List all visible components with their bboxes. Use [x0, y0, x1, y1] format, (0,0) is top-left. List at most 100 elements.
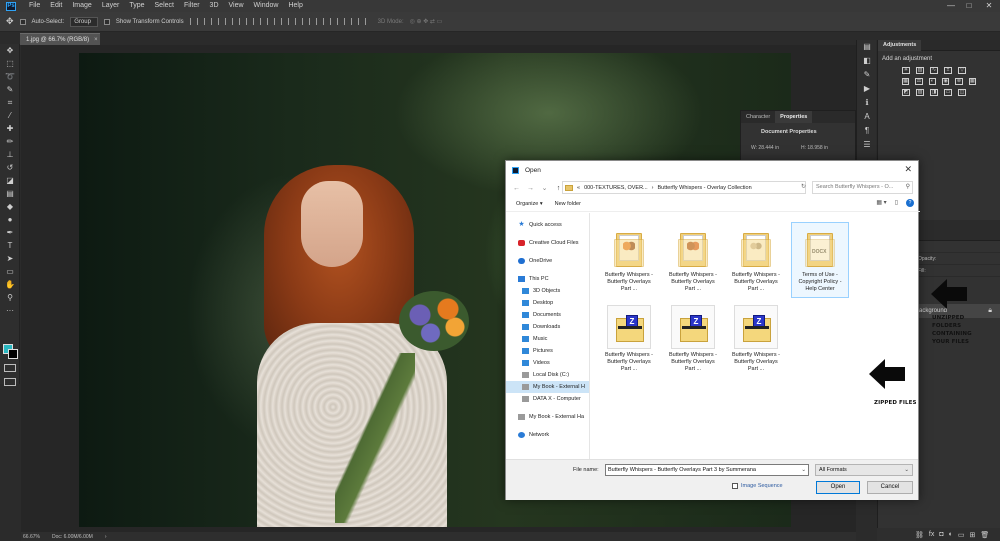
distribute-left-icon[interactable]: [315, 18, 324, 25]
path-select-tool-icon[interactable]: ➤: [0, 252, 20, 265]
distribute-center-icon[interactable]: [329, 18, 338, 25]
nav-music[interactable]: Music: [506, 333, 589, 345]
breadcrumb-segment-1[interactable]: 000-TEXTURES, OVER...: [584, 185, 648, 191]
new-folder-button[interactable]: New folder: [555, 201, 581, 207]
menu-image[interactable]: Image: [67, 0, 96, 12]
show-transform-checkbox[interactable]: [103, 18, 110, 25]
preview-pane-icon[interactable]: ▯: [895, 199, 898, 207]
zoom-level[interactable]: 66.67%: [23, 534, 40, 540]
info-panel-icon[interactable]: ℹ: [857, 96, 877, 110]
layer-style-icon[interactable]: fx: [929, 531, 934, 538]
menu-help[interactable]: Help: [283, 0, 307, 12]
zoom-tool-icon[interactable]: ⚲: [0, 291, 20, 304]
curves-icon[interactable]: ∿: [930, 67, 938, 74]
black-white-icon[interactable]: ◐: [928, 78, 936, 85]
zip-item[interactable]: Z Butterfly Whispers - Butterfly Overlay…: [667, 305, 719, 373]
history-brush-tool-icon[interactable]: ↺: [0, 161, 20, 174]
menu-type[interactable]: Type: [124, 0, 149, 12]
nav-pictures[interactable]: Pictures: [506, 345, 589, 357]
lasso-tool-icon[interactable]: ➰: [0, 70, 20, 83]
nav-this-pc[interactable]: This PC: [506, 273, 589, 285]
nav-my-book-2[interactable]: My Book - External Ha: [506, 411, 589, 423]
actions-panel-icon[interactable]: ▶: [857, 82, 877, 96]
posterize-icon[interactable]: ▨: [916, 89, 924, 96]
adjustments-tab[interactable]: Adjustments: [878, 40, 922, 51]
align-top-icon[interactable]: [189, 18, 198, 25]
height-value[interactable]: H: 18.958 in: [801, 145, 828, 151]
move-tool-icon[interactable]: ✥: [0, 44, 20, 57]
forward-arrow-icon[interactable]: →: [526, 185, 535, 192]
distribute-right-icon[interactable]: [343, 18, 352, 25]
organize-button[interactable]: Organize ▾: [516, 201, 543, 207]
brush-panel-icon[interactable]: ✎: [857, 68, 877, 82]
auto-select-dropdown[interactable]: Group: [70, 16, 98, 27]
cancel-button[interactable]: Cancel: [867, 481, 913, 494]
brightness-contrast-icon[interactable]: ☀: [902, 67, 910, 74]
screen-mode-icon[interactable]: [4, 378, 16, 386]
breadcrumb-segment-2[interactable]: Butterfly Whispers - Overlay Collection: [657, 185, 751, 191]
new-adjustment-icon[interactable]: ◐: [949, 531, 953, 538]
dodge-tool-icon[interactable]: ●: [0, 213, 20, 226]
menu-3d[interactable]: 3D: [205, 0, 224, 12]
swatches-panel-icon[interactable]: ◧: [857, 54, 877, 68]
refresh-icon[interactable]: ↻: [801, 183, 806, 190]
close-window-button[interactable]: ✕: [982, 0, 996, 12]
distribute-middle-icon[interactable]: [287, 18, 296, 25]
auto-align-icon[interactable]: [357, 18, 366, 25]
file-name-input[interactable]: Butterfly Whispers - Butterfly Overlays …: [605, 464, 809, 476]
blur-tool-icon[interactable]: ◆: [0, 200, 20, 213]
menu-layer[interactable]: Layer: [97, 0, 125, 12]
document-tab[interactable]: 1.jpg @ 66.7% (RGB/8) ×: [20, 33, 100, 45]
folder-item[interactable]: Butterfly Whispers - Butterfly Overlays …: [603, 225, 655, 293]
channel-mixer-icon[interactable]: ⊛: [955, 78, 963, 85]
close-tab-icon[interactable]: ×: [94, 37, 98, 43]
character-panel-icon[interactable]: A: [857, 110, 877, 124]
zip-item[interactable]: Z Butterfly Whispers - Butterfly Overlay…: [603, 305, 655, 373]
properties-tab[interactable]: Properties: [775, 111, 813, 123]
brush-tool-icon[interactable]: ✏: [0, 135, 20, 148]
width-value[interactable]: W: 28.444 in: [751, 145, 779, 151]
healing-brush-tool-icon[interactable]: ✚: [0, 122, 20, 135]
nav-creative-cloud[interactable]: Creative Cloud Files: [506, 237, 589, 249]
quick-mask-icon[interactable]: [4, 364, 16, 372]
color-balance-icon[interactable]: ⚖: [915, 78, 923, 85]
auto-select-checkbox[interactable]: [19, 18, 26, 25]
eyedropper-tool-icon[interactable]: ⁄: [0, 109, 20, 122]
nav-videos[interactable]: Videos: [506, 357, 589, 369]
menu-window[interactable]: Window: [249, 0, 284, 12]
eraser-tool-icon[interactable]: ◪: [0, 174, 20, 187]
align-middle-icon[interactable]: [203, 18, 212, 25]
minimize-button[interactable]: —: [944, 0, 958, 12]
chevron-down-icon[interactable]: ⌄: [801, 465, 806, 475]
background-color-swatch[interactable]: [8, 349, 18, 359]
help-icon[interactable]: ?: [906, 199, 914, 207]
menu-select[interactable]: Select: [150, 0, 179, 12]
3d-orbit-icon[interactable]: ◎ ⊕ ✥ ⇄ ▭: [410, 18, 443, 25]
nav-network[interactable]: Network: [506, 429, 589, 441]
rectangle-tool-icon[interactable]: ▭: [0, 265, 20, 278]
align-bottom-icon[interactable]: [217, 18, 226, 25]
invert-icon[interactable]: ◩: [902, 89, 910, 96]
align-right-icon[interactable]: [259, 18, 268, 25]
distribute-bottom-icon[interactable]: [301, 18, 310, 25]
status-arrow-icon[interactable]: ›: [105, 534, 107, 540]
move-tool-icon[interactable]: ✥: [6, 16, 14, 27]
search-input[interactable]: Search Butterfly Whispers - O... ⚲: [812, 181, 913, 194]
selective-color-icon[interactable]: ◫: [958, 89, 966, 96]
hue-saturation-icon[interactable]: ▦: [902, 78, 910, 85]
threshold-icon[interactable]: ◨: [930, 89, 938, 96]
menu-view[interactable]: View: [224, 0, 249, 12]
menu-filter[interactable]: Filter: [179, 0, 205, 12]
character-tab[interactable]: Character: [741, 111, 775, 123]
crop-tool-icon[interactable]: ⌗: [0, 96, 20, 109]
new-layer-icon[interactable]: ⊞: [969, 531, 975, 539]
vibrance-icon[interactable]: ▽: [958, 67, 966, 74]
maximize-button[interactable]: □: [962, 0, 976, 12]
folder-item[interactable]: Butterfly Whispers - Butterfly Overlays …: [730, 225, 782, 293]
nav-desktop[interactable]: Desktop: [506, 297, 589, 309]
align-center-icon[interactable]: [245, 18, 254, 25]
nav-data-x[interactable]: DATA X - Computer: [506, 393, 589, 405]
add-mask-icon[interactable]: ◘: [939, 531, 943, 538]
paragraph-panel-icon[interactable]: ¶: [857, 124, 877, 138]
history-panel-icon[interactable]: ▤: [857, 40, 877, 54]
